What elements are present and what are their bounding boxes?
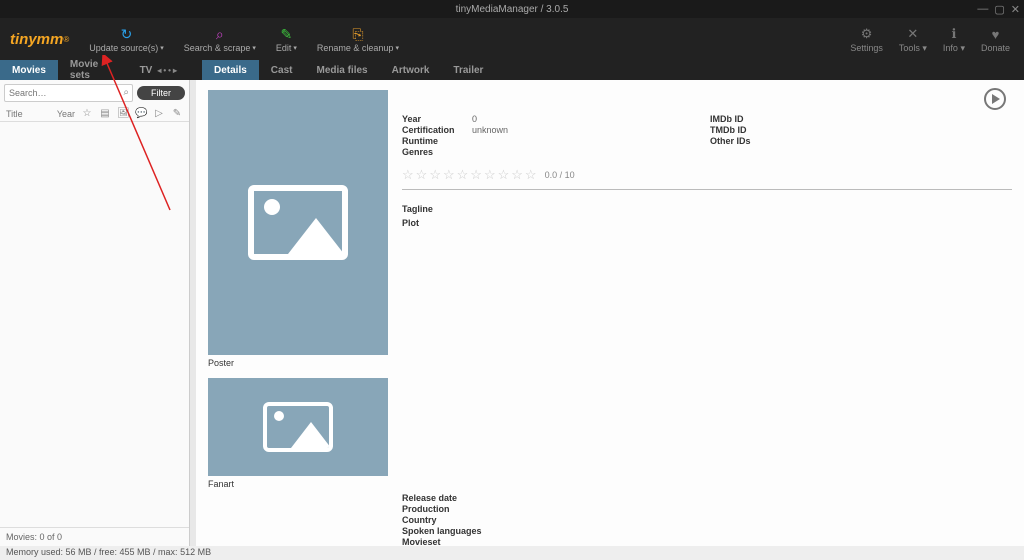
star-icon: ☆ [443, 167, 455, 183]
list-columns: Title Year ☆ ▤ 🖼 💬 ▷ ✎ [0, 106, 189, 122]
col-year[interactable]: Year [57, 109, 75, 119]
chevron-down-icon: ▾ [960, 43, 965, 53]
main-toolbar: tinymm® ↻ Update source(s) ▾ ⌕ Search & … [0, 18, 1024, 60]
year-key: Year [402, 114, 472, 124]
star-icon: ☆ [457, 167, 469, 183]
movie-count: Movies: 0 of 0 [0, 527, 189, 546]
fanart-label: Fanart [208, 479, 1012, 489]
star-icon: ☆ [429, 167, 441, 183]
star-icon: ☆ [525, 167, 537, 183]
chevron-down-icon: ▾ [293, 44, 297, 52]
status-bar: Memory used: 56 MB / free: 455 MB / max:… [0, 546, 1024, 560]
cert-key: Certification [402, 125, 472, 135]
production-key: Production [402, 504, 482, 514]
star-icon: ☆ [402, 167, 414, 183]
tools-button[interactable]: ✕ Tools ▾ [891, 18, 935, 60]
poster-label: Poster [208, 358, 388, 368]
window-title: tinyMediaManager / 3.0.5 [456, 4, 569, 15]
search-box: ⌕ [4, 84, 133, 102]
year-value: 0 [472, 114, 710, 124]
tab-cast[interactable]: Cast [259, 60, 305, 80]
donate-button[interactable]: ♥ Donate [973, 18, 1018, 60]
search-icon[interactable]: ⌕ [123, 87, 129, 98]
tab-movies[interactable]: Movies [0, 60, 58, 80]
star-icon: ☆ [470, 167, 482, 183]
main-content: ⌕ Filter Title Year ☆ ▤ 🖼 💬 ▷ ✎ Movies: … [0, 80, 1024, 546]
search-input[interactable] [4, 84, 133, 102]
broom-icon: ⎘ [352, 25, 363, 43]
image-icon [248, 185, 348, 260]
edit-button[interactable]: ✎ Edit ▾ [266, 18, 307, 60]
app-logo: tinymm® [6, 18, 79, 60]
star-icon: ☆ [484, 167, 496, 183]
image-icon[interactable]: 🖼 [117, 108, 129, 119]
chat-icon[interactable]: 💬 [135, 108, 147, 119]
search-scrape-button[interactable]: ⌕ Search & scrape ▾ [174, 18, 266, 60]
rating-value: 0.0 / 10 [545, 170, 575, 180]
nfo-icon[interactable]: ▤ [99, 108, 111, 119]
rating-row: ☆ ☆ ☆ ☆ ☆ ☆ ☆ ☆ ☆ ☆ 0.0 / 10 [402, 167, 1012, 190]
spoken-key: Spoken languages [402, 526, 482, 536]
heart-icon: ♥ [992, 25, 1000, 43]
play-button[interactable] [984, 88, 1006, 110]
check-icon[interactable]: ✎ [171, 108, 183, 119]
filter-button[interactable]: Filter [137, 86, 185, 100]
flag-icon[interactable]: ▷ [153, 108, 165, 119]
image-icon [263, 402, 333, 452]
poster-placeholder[interactable] [208, 90, 388, 355]
window-titlebar: tinyMediaManager / 3.0.5 — ▢ ✕ [0, 0, 1024, 18]
meta-grid: Year 0 IMDb ID Certification unknown TMD… [402, 114, 1012, 157]
close-icon[interactable]: ✕ [1011, 3, 1020, 16]
tab-trailer[interactable]: Trailer [441, 60, 495, 80]
star-icon: ☆ [416, 167, 428, 183]
chevron-down-icon: ▾ [395, 44, 399, 52]
chevron-down-icon: ▾ [160, 44, 164, 52]
tv-pager: ◂••▸ [156, 66, 178, 75]
col-title[interactable]: Title [6, 109, 51, 119]
maximize-icon[interactable]: ▢ [994, 3, 1004, 16]
extra-meta: Release date Production Country Spoken l… [208, 493, 1012, 546]
info-icon: ℹ [951, 25, 956, 43]
tab-media-files[interactable]: Media files [304, 60, 379, 80]
fanart-placeholder[interactable] [208, 378, 388, 476]
country-key: Country [402, 515, 482, 525]
cert-value: unknown [472, 125, 710, 135]
chevron-down-icon: ▾ [922, 43, 927, 53]
tabs-row: Movies Movie sets TV ◂••▸ Details Cast M… [0, 60, 1024, 80]
genres-key: Genres [402, 147, 472, 157]
rename-cleanup-button[interactable]: ⎘ Rename & cleanup ▾ [307, 18, 409, 60]
movieset-key: Movieset [402, 537, 482, 546]
settings-button[interactable]: ⚙ Settings [842, 18, 891, 60]
star-icon[interactable]: ☆ [81, 108, 93, 119]
tab-tv[interactable]: TV ◂••▸ [128, 60, 190, 80]
tagline-key: Tagline [402, 204, 433, 214]
other-ids-key: Other IDs [710, 136, 810, 146]
star-icon: ☆ [498, 167, 510, 183]
details-panel: Poster Year 0 IMDb ID Certification unkn… [196, 80, 1024, 546]
movie-list[interactable] [0, 122, 189, 527]
chevron-down-icon: ▾ [252, 44, 256, 52]
runtime-key: Runtime [402, 136, 472, 146]
minimize-icon[interactable]: — [977, 3, 988, 16]
tmdb-key: TMDb ID [710, 125, 810, 135]
left-panel: ⌕ Filter Title Year ☆ ▤ 🖼 💬 ▷ ✎ Movies: … [0, 80, 190, 546]
imdb-key: IMDb ID [710, 114, 810, 124]
release-key: Release date [402, 493, 482, 503]
info-button[interactable]: ℹ Info ▾ [935, 18, 973, 60]
magnifier-icon: ⌕ [216, 25, 224, 43]
gear-icon: ⚙ [861, 25, 873, 43]
refresh-icon: ↻ [121, 25, 133, 43]
wrench-icon: ✕ [907, 25, 918, 43]
tab-artwork[interactable]: Artwork [380, 60, 442, 80]
tab-details[interactable]: Details [202, 60, 259, 80]
plot-key: Plot [402, 218, 419, 228]
tab-movie-sets[interactable]: Movie sets [58, 60, 128, 80]
pencil-icon: ✎ [281, 25, 293, 43]
update-sources-button[interactable]: ↻ Update source(s) ▾ [79, 18, 174, 60]
star-icon: ☆ [511, 167, 523, 183]
